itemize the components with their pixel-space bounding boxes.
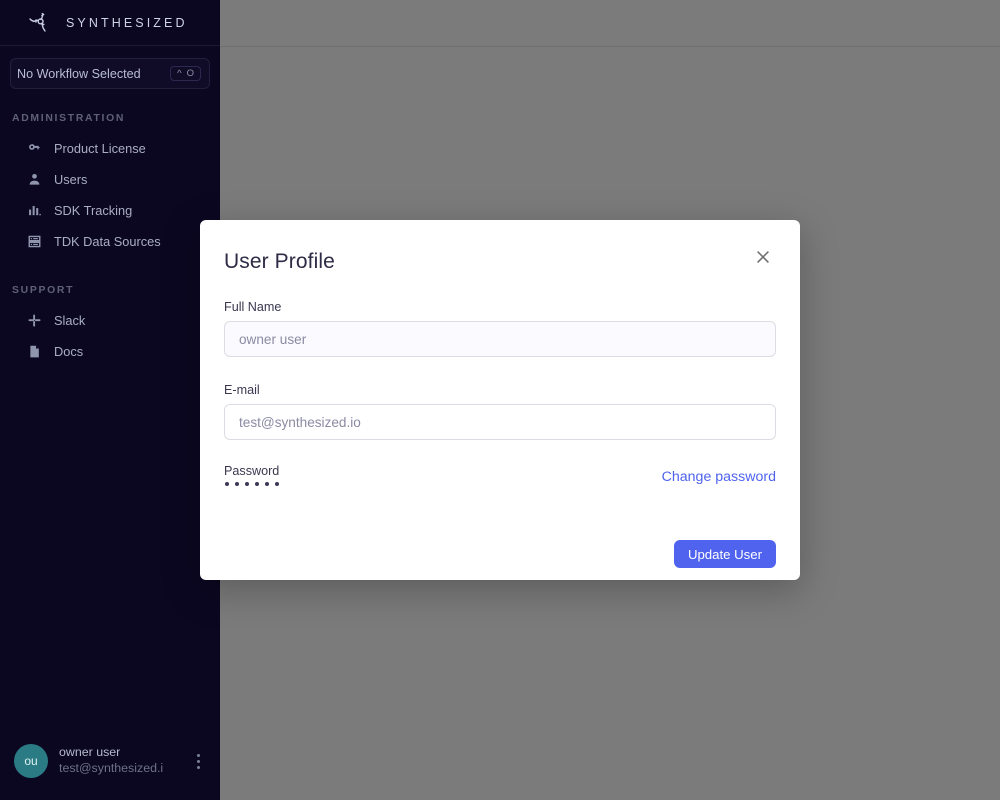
sidebar-item-tdk-data-sources[interactable]: TDK Data Sources (0, 226, 220, 257)
password-dot (235, 482, 239, 486)
vertical-dots-icon[interactable] (188, 750, 208, 773)
user-name: owner user (59, 745, 121, 759)
slack-icon (26, 313, 42, 329)
sidebar-item-sdk-tracking[interactable]: SDK Tracking (0, 195, 220, 226)
topbar-divider (220, 46, 1000, 47)
nav-list-administration: Product License Users SDK Tracking TDK D… (0, 133, 220, 257)
sidebar-item-slack[interactable]: Slack (0, 305, 220, 336)
password-masked-value (224, 482, 279, 486)
bar-chart-icon (26, 203, 42, 219)
workflow-selector-label: No Workflow Selected (17, 66, 141, 81)
close-icon[interactable] (750, 244, 776, 270)
shortcut-modifier: ^ (177, 67, 182, 79)
user-meta: owner user test@synthesized.i (59, 745, 177, 777)
sidebar-item-users[interactable]: Users (0, 164, 220, 195)
key-icon (26, 141, 42, 157)
password-dot (225, 482, 229, 486)
sidebar: SYNTHESIZED No Workflow Selected ^ O ADM… (0, 0, 220, 800)
shortcut-key: O (186, 67, 194, 79)
sidebar-item-label: SDK Tracking (54, 203, 133, 218)
password-row: Password Change password (224, 464, 776, 486)
sidebar-item-docs[interactable]: Docs (0, 336, 220, 367)
document-icon (26, 344, 42, 360)
brand-header: SYNTHESIZED (0, 0, 220, 46)
dot (196, 753, 200, 757)
keyboard-shortcut-badge: ^ O (170, 65, 201, 82)
workflow-selector[interactable]: No Workflow Selected ^ O (10, 58, 210, 89)
server-icon (26, 234, 42, 250)
user-profile-dialog: User Profile Full Name E-mail Password C… (200, 220, 800, 580)
sidebar-item-label: TDK Data Sources (54, 234, 161, 249)
change-password-link[interactable]: Change password (662, 464, 776, 485)
nav-section-support: SUPPORT Slack Docs (0, 285, 220, 367)
user-email: test@synthesized.i (59, 761, 164, 775)
dot (196, 765, 200, 769)
sidebar-item-label: Users (54, 172, 88, 187)
field-email: E-mail (224, 383, 776, 440)
email-input[interactable] (224, 404, 776, 440)
brand-name: SYNTHESIZED (66, 15, 188, 30)
sidebar-user-footer[interactable]: ou owner user test@synthesized.i (0, 744, 220, 800)
field-label-full-name: Full Name (224, 300, 282, 314)
nav-list-support: Slack Docs (0, 305, 220, 367)
synthesized-logo-icon (28, 11, 54, 35)
sidebar-item-label: Docs (54, 344, 84, 359)
field-label-email: E-mail (224, 383, 260, 397)
update-user-button[interactable]: Update User (673, 540, 776, 568)
section-title-administration: ADMINISTRATION (12, 113, 126, 124)
password-dot (245, 482, 249, 486)
password-dot (265, 482, 269, 486)
section-title-support: SUPPORT (12, 285, 75, 296)
dot (196, 759, 200, 763)
full-name-input[interactable] (224, 321, 776, 357)
avatar: ou (14, 744, 48, 778)
sidebar-item-label: Product License (54, 141, 146, 156)
nav-section-administration: ADMINISTRATION Product License Users SDK… (0, 113, 220, 257)
person-icon (26, 172, 42, 188)
dialog-footer: Update User (224, 540, 776, 568)
field-full-name: Full Name (224, 300, 776, 357)
password-block: Password (224, 464, 279, 486)
field-label-password: Password (224, 464, 280, 478)
sidebar-item-label: Slack (54, 313, 86, 328)
password-dot (275, 482, 279, 486)
dialog-title: User Profile (224, 250, 335, 273)
sidebar-item-product-license[interactable]: Product License (0, 133, 220, 164)
dialog-header: User Profile (224, 244, 776, 274)
password-dot (255, 482, 259, 486)
